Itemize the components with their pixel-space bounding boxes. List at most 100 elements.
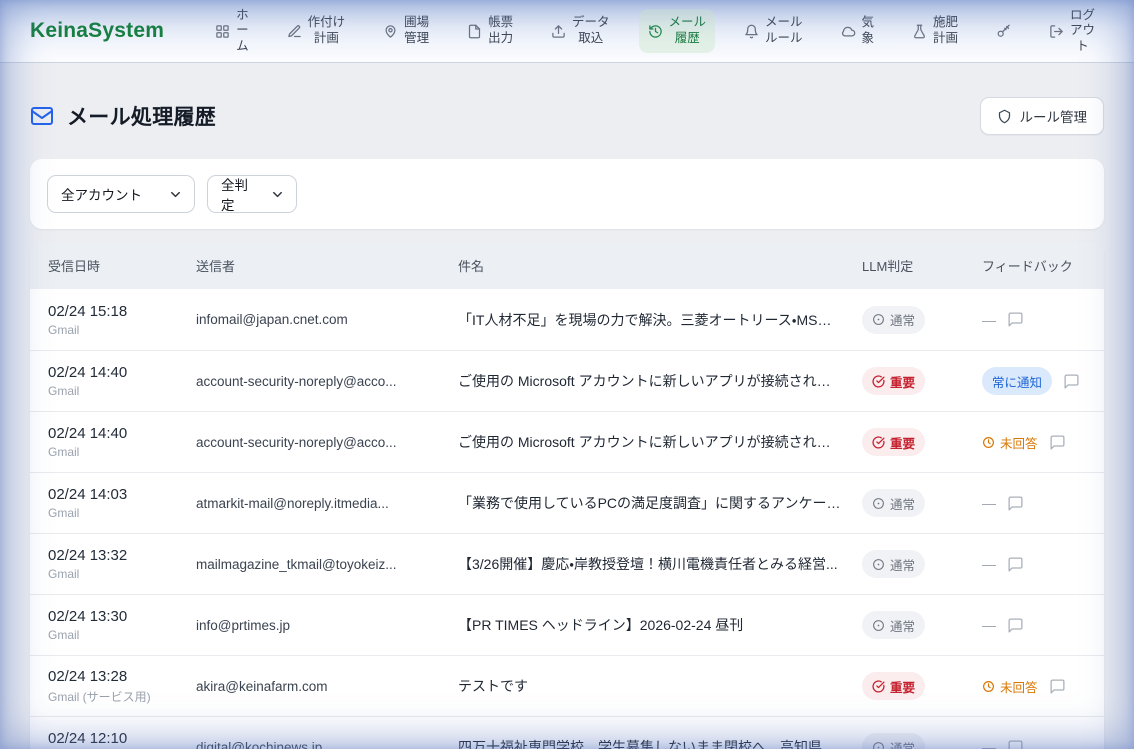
judgment-filter-select[interactable]: 全判定 [207,175,297,213]
rule-management-button[interactable]: ルール管理 [980,97,1105,135]
received-datetime: 02/24 14:40 [48,425,196,442]
cell-sender: account-security-noreply@acco... [196,435,458,450]
feedback-none: — [982,739,996,749]
nav-item-label: ホ ー ム [236,8,249,55]
feedback-unanswered: 未回答 [982,677,1038,696]
nav-item-label: ログ アウ ト [1070,8,1095,55]
grid-icon [215,24,230,39]
feedback-comment-button[interactable] [1007,311,1024,328]
feedback-none: — [982,495,996,511]
target-icon [872,558,885,571]
llm-judgment-badge: 通常 [862,611,925,639]
feedback-comment-button[interactable] [1007,556,1024,573]
table-row[interactable]: 02/24 14:40 Gmailaccount-security-noreply… [30,411,1104,472]
account-label: Gmail [48,506,196,520]
cell-received: 02/24 12:10Gmail [48,730,196,749]
check-circle-icon [872,680,885,693]
llm-judgment-label: 重要 [890,677,915,696]
feedback-comment-button[interactable] [1049,678,1066,695]
nav-item-weather[interactable]: 気 象 [832,9,884,52]
clock-icon [982,680,995,693]
cell-llm-judgment: 通常 [862,489,982,517]
feedback-label: 未回答 [1000,677,1038,696]
feedback-comment-button[interactable] [1007,617,1024,634]
main-nav: ホ ー ム 作付け 計画圃場 管理 帳票 出力 データ 取込 メール 履歴メール ルール… [206,2,1104,61]
bell-icon [744,24,759,39]
nav-item-label: メール 履歴 [669,15,707,46]
cell-received: 02/24 15:18Gmail [48,303,196,337]
cell-subject: 【PR TIMES ヘッドライン】2026-02-24 昼刊 [458,615,862,635]
chat-icon [1007,311,1024,328]
cloud-icon [841,24,856,39]
flask-icon [912,24,927,39]
feedback-none: — [982,617,996,633]
check-circle-icon [872,436,885,449]
nav-item-logout[interactable]: ログ アウ ト [1040,2,1104,61]
history-icon [648,24,663,39]
nav-item-report-output[interactable]: 帳票 出力 [458,9,522,52]
table-row[interactable]: 02/24 12:10Gmaildigital@kochinews.jp四万十福… [30,716,1104,749]
cell-sender: account-security-noreply@acco... [196,374,458,389]
title-row: メール処理履歴 ルール管理 [30,97,1104,135]
llm-judgment-badge: 通常 [862,306,925,334]
nav-item-mail-rules[interactable]: メール ルール [735,9,812,52]
account-label: Gmail [48,384,196,398]
cell-sender: infomail@japan.cnet.com [196,312,458,327]
document-icon [467,24,482,39]
cell-subject: 「IT人材不足」を現場の力で解決。三菱オートリース・MS＆AD... [458,310,862,330]
llm-judgment-badge: 重要 [862,672,925,700]
cell-received: 02/24 14:03Gmail [48,486,196,520]
llm-judgment-badge: 重要 [862,367,925,395]
table-row[interactable]: 02/24 13:32Gmailmailmagazine_tkmail@toyo… [30,533,1104,594]
chevron-down-icon [168,187,183,202]
feedback-comment-button[interactable] [1007,495,1024,512]
table-row[interactable]: 02/24 13:28Gmail (サービス用)akira@keinafarm.… [30,655,1104,716]
table-row[interactable]: 02/24 15:18Gmailinfomail@japan.cnet.com「… [30,289,1104,350]
cell-received: 02/24 13:30Gmail [48,608,196,642]
cell-feedback: — [982,617,1090,634]
cell-llm-judgment: 通常 [862,550,982,578]
table-row[interactable]: 02/24 13:30Gmailinfo@prtimes.jp【PR TIMES… [30,594,1104,655]
col-header-sender: 送信者 [196,256,458,275]
nav-item-data-import[interactable]: データ 取込 [542,9,619,52]
cell-sender: atmarkit-mail@noreply.itmedia... [196,496,458,511]
nav-item-planting-plan[interactable]: 作付け 計画 [278,9,355,52]
feedback-comment-button[interactable] [1063,373,1080,390]
nav-item-label: 帳票 出力 [488,15,513,46]
target-icon [872,741,885,749]
table-row[interactable]: 02/24 14:03Gmailatmarkit-mail@noreply.it… [30,472,1104,533]
brand-logo: KeinaSystem [30,19,164,43]
cell-feedback: 未回答 [982,677,1090,696]
mail-history-table: 受信日時 送信者 件名 LLM判定 フィードバック 02/24 15:18Gma… [30,242,1104,749]
filters-card: 全アカウント 全判定 [30,159,1104,229]
feedback-comment-button[interactable] [1049,434,1066,451]
key-icon [996,24,1011,39]
judgment-filter-value: 全判定 [221,174,256,214]
nav-item-api-key[interactable] [987,18,1020,45]
pencil-icon [287,24,302,39]
nav-item-fertilizer-plan[interactable]: 施肥 計画 [903,9,967,52]
cell-feedback: — [982,495,1090,512]
table-body: 02/24 15:18Gmailinfomail@japan.cnet.com「… [30,289,1104,749]
llm-judgment-label: 通常 [890,494,915,513]
feedback-comment-button[interactable] [1007,739,1024,749]
cell-llm-judgment: 重要 [862,428,982,456]
account-label: Gmail [48,445,196,459]
target-icon [872,619,885,632]
cell-subject: テストです [458,676,862,696]
cell-subject: 【3/26開催】慶応・岸教授登壇！横川電機責任者とみる経営... [458,554,862,574]
llm-judgment-badge: 重要 [862,428,925,456]
nav-item-home[interactable]: ホ ー ム [206,2,258,61]
target-icon [872,313,885,326]
table-row[interactable]: 02/24 14:40 Gmailaccount-security-noreply… [30,350,1104,411]
nav-item-label: 作付け 計画 [308,15,346,46]
chat-icon [1049,434,1066,451]
cell-feedback: — [982,311,1090,328]
received-datetime: 02/24 14:40 [48,364,196,381]
nav-item-field-management[interactable]: 圃場 管理 [374,9,438,52]
chat-icon [1007,617,1024,634]
cell-feedback: 常に通知 [982,367,1090,395]
account-filter-select[interactable]: 全アカウント [47,175,195,213]
account-label: Gmail [48,567,196,581]
nav-item-mail-history[interactable]: メール 履歴 [639,9,716,52]
